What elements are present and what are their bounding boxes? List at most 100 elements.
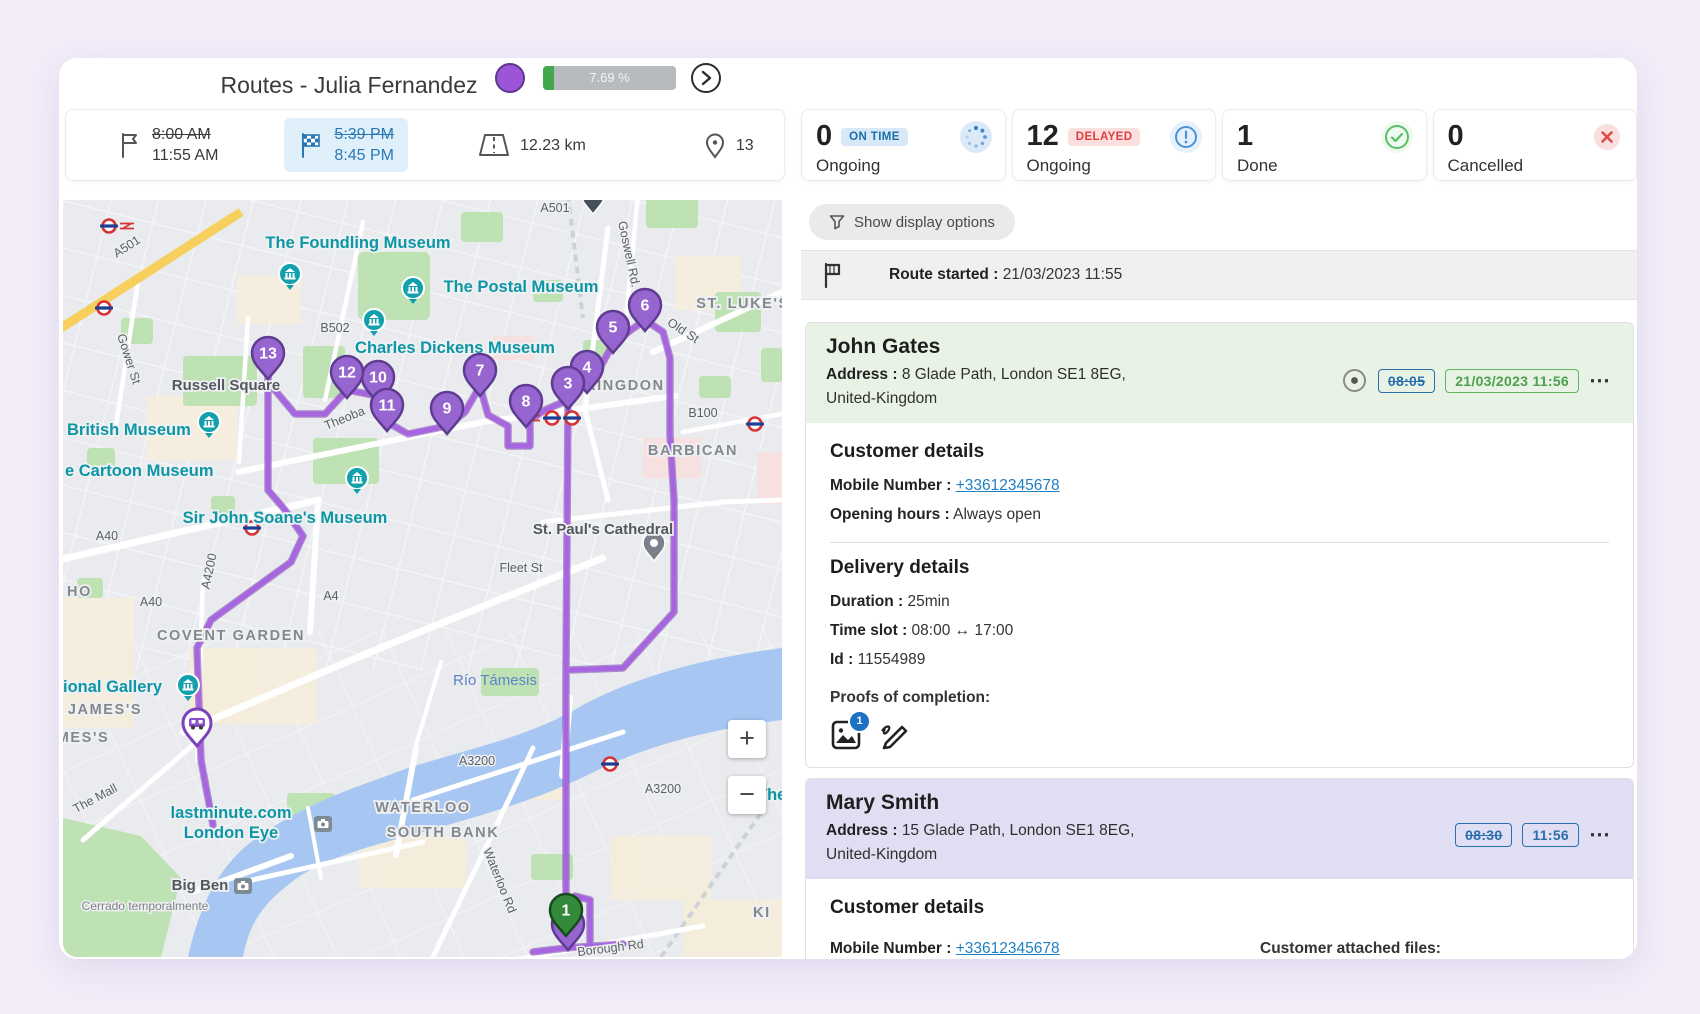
map-label: The Foundling Museum	[265, 234, 450, 252]
map-zoom-out-button[interactable]: −	[728, 776, 766, 814]
roundel-icon	[601, 758, 619, 771]
stop-marker-number: 10	[369, 370, 387, 387]
stop-name: Mary Smith	[826, 791, 1613, 815]
stop-marker-number: 6	[641, 298, 650, 315]
stop-header: Mary Smith Address : 15 Glade Path, Lond…	[806, 779, 1633, 879]
camera-icon	[314, 816, 332, 832]
check-circle-icon	[1380, 120, 1414, 159]
map-label: Russell Square	[172, 377, 280, 394]
route-started-bar: Route started : 21/03/2023 11:55	[801, 250, 1637, 300]
proof-signature-button[interactable]	[878, 719, 910, 751]
location-pin-icon	[704, 132, 726, 159]
delivery-id-value: 11554989	[858, 651, 926, 668]
stop-marker-number: 9	[443, 401, 452, 418]
map-label: lastminute.com	[170, 804, 291, 822]
time-slot-value: 08:00 ↔ 17:00	[912, 622, 1014, 639]
map-label: St. Paul's Cathedral	[533, 521, 673, 538]
customer-details-heading: Customer details	[830, 441, 1609, 463]
delivery-id-label: Id :	[830, 651, 853, 668]
stop-marker-number: 3	[564, 376, 573, 393]
map-label: ST. LUKE'S	[696, 296, 782, 312]
planned-start-time: 8:00 AM	[152, 124, 218, 145]
road-icon	[478, 132, 510, 158]
progress-label: 7.69 %	[543, 66, 676, 90]
mobile-link[interactable]: +33612345678	[956, 477, 1060, 494]
attached-files-label: Customer attached files:	[1260, 938, 1441, 959]
map-label: B100	[688, 406, 717, 420]
time-slot-label: Time slot :	[830, 622, 907, 639]
proofs-label: Proofs of completion:	[830, 687, 1609, 709]
stop-card-john-gates[interactable]: John Gates Address : 8 Glade Path, Londo…	[805, 322, 1634, 768]
done-count: 1	[1237, 120, 1253, 153]
app-window: Routes - Julia Fernandez 7.69 % 8:00 AM …	[59, 58, 1637, 959]
map-label: Charles Dickens Museum	[355, 339, 555, 357]
planned-end-time: 5:39 PM	[334, 124, 394, 145]
stop-menu-button[interactable]: ⋯	[1589, 825, 1611, 845]
map-label: Sir John Soane's Museum	[183, 509, 388, 527]
map-label: A3200	[645, 782, 681, 796]
route-stats-bar: 8:00 AM 11:55 AM 5:39 PM 8:45 PM	[65, 109, 785, 181]
driver-avatar	[495, 63, 525, 93]
stops-stat: 13	[704, 132, 754, 159]
duration-value: 25min	[908, 593, 950, 610]
cancelled-card: 0 Cancelled	[1433, 109, 1638, 181]
map-label: A4	[323, 589, 338, 603]
duration-label: Duration :	[830, 593, 903, 610]
roundel-icon	[100, 220, 118, 233]
chevron-right-icon	[693, 65, 719, 91]
next-route-button[interactable]	[691, 63, 721, 93]
map-label: COVENT GARDEN	[157, 628, 305, 644]
actual-start-time: 11:55 AM	[152, 145, 218, 166]
delayed-badge: DELAYED	[1068, 128, 1141, 146]
show-display-options-button[interactable]: Show display options	[809, 204, 1015, 240]
delivery-details-heading: Delivery details	[830, 557, 1609, 579]
mobile-link[interactable]: +33612345678	[956, 940, 1060, 957]
distance-value: 12.23 km	[520, 135, 586, 156]
stop-header: John Gates Address : 8 Glade Path, Londo…	[806, 323, 1633, 423]
stop-marker-number: 13	[259, 346, 277, 363]
ontime-count: 0	[816, 120, 832, 153]
flag-icon	[118, 131, 142, 159]
map-label: BARBICAN	[648, 443, 738, 459]
done-card: 1 Done	[1222, 109, 1427, 181]
stop-marker-number: 12	[338, 365, 356, 382]
route-progress-bar: 7.69 %	[543, 66, 676, 90]
start-time-stat: 8:00 AM 11:55 AM	[118, 124, 218, 166]
delayed-card: 12 DELAYED Ongoing	[1012, 109, 1217, 181]
show-display-options-label: Show display options	[854, 214, 995, 231]
checkered-flag-icon	[298, 131, 324, 159]
divider	[830, 542, 1609, 543]
stops-panel: Show display options Route started : 21/…	[801, 196, 1637, 959]
map-label: JAMES'S	[68, 702, 142, 718]
mobile-label: Mobile Number :	[830, 940, 951, 957]
proof-photo-button[interactable]: 1	[830, 719, 862, 751]
stop-details: Customer details Mobile Number : +336123…	[806, 423, 1633, 767]
signature-icon	[878, 719, 910, 751]
stop-menu-button[interactable]: ⋯	[1589, 371, 1611, 391]
stop-card-mary-smith[interactable]: Mary Smith Address : 15 Glade Path, Lond…	[805, 778, 1634, 959]
stop-marker-number: 8	[522, 394, 531, 411]
map-label: Fleet St	[499, 561, 543, 575]
map-label: Big Ben	[172, 877, 229, 894]
ontime-label: Ongoing	[816, 156, 991, 176]
actual-time-badge: 21/03/2023 11:56	[1445, 369, 1579, 393]
address-line1: 8 Glade Path, London SE1 8EG,	[902, 366, 1126, 383]
ontime-badge: ON TIME	[841, 128, 908, 146]
cancel-circle-icon	[1590, 120, 1624, 159]
roundel-icon	[543, 412, 561, 425]
scheduled-time-badge: 08:05	[1378, 369, 1435, 393]
map-label: B502	[320, 321, 349, 335]
route-started-label: Route started :	[889, 266, 998, 283]
map[interactable]: The Foundling MuseumThe Postal MuseumCha…	[63, 200, 782, 957]
estimated-end-time: 8:45 PM	[334, 145, 394, 166]
route-started-value: 21/03/2023 11:55	[1003, 266, 1123, 283]
map-label: A40	[96, 529, 118, 543]
scheduled-time-badge: 08:30	[1455, 823, 1512, 847]
map-label: British Museum	[67, 421, 191, 439]
map-label: A3200	[459, 754, 495, 768]
spinner-icon	[959, 120, 993, 159]
map-label: SOUTH BANK	[387, 825, 500, 841]
address-line2: United-Kingdom	[826, 846, 937, 863]
cancelled-label: Cancelled	[1448, 156, 1623, 176]
map-zoom-in-button[interactable]: +	[728, 720, 766, 758]
